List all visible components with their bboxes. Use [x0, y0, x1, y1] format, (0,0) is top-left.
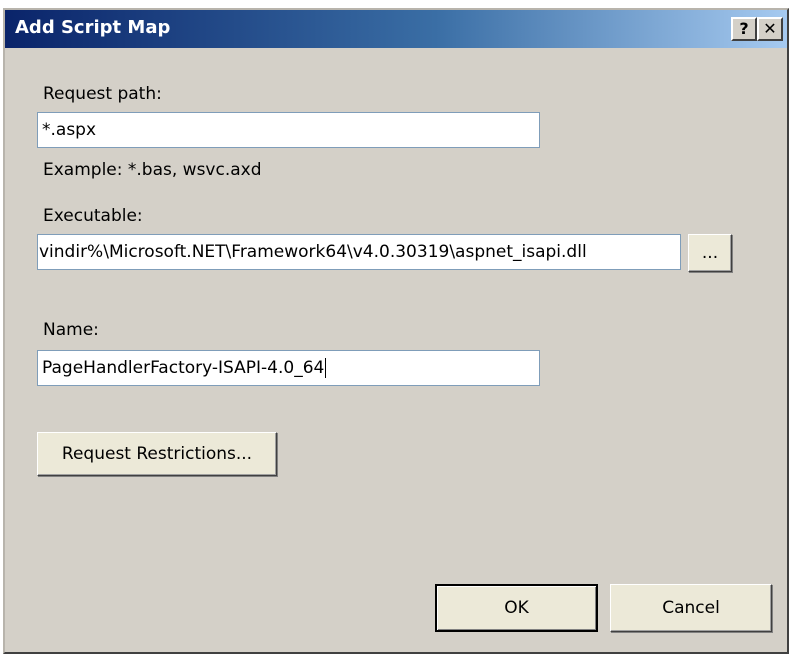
browse-button[interactable]: ... — [688, 234, 732, 272]
ok-button[interactable]: OK — [435, 584, 598, 632]
name-value: PageHandlerFactory-ISAPI-4.0_64 — [42, 358, 325, 378]
request-restrictions-label: Request Restrictions... — [61, 444, 253, 464]
close-icon: ✕ — [763, 19, 777, 38]
help-icon: ? — [739, 19, 749, 38]
executable-label: Executable: — [43, 206, 143, 226]
request-path-value: *.aspx — [42, 120, 97, 140]
help-button[interactable]: ? — [731, 17, 757, 41]
request-path-label: Request path: — [43, 84, 162, 104]
ok-label: OK — [504, 598, 529, 618]
close-button[interactable]: ✕ — [757, 17, 783, 41]
title-bar[interactable]: Add Script Map ? ✕ — [5, 10, 787, 48]
window-title: Add Script Map — [15, 17, 171, 38]
cancel-label: Cancel — [662, 598, 720, 618]
request-path-input[interactable]: *.aspx — [37, 112, 540, 148]
name-input[interactable]: PageHandlerFactory-ISAPI-4.0_64 — [37, 350, 540, 386]
name-label: Name: — [43, 320, 99, 340]
request-path-example: Example: *.bas, wsvc.axd — [43, 160, 262, 180]
executable-input[interactable]: vindir%\Microsoft.NET\Framework64\v4.0.3… — [37, 234, 681, 270]
add-script-map-dialog: Add Script Map ? ✕ Request path: *.aspx … — [3, 8, 789, 654]
text-caret — [325, 358, 327, 378]
ellipsis-icon: ... — [701, 243, 719, 263]
request-restrictions-button[interactable]: Request Restrictions... — [37, 432, 277, 476]
cancel-button[interactable]: Cancel — [610, 584, 772, 632]
executable-value: vindir%\Microsoft.NET\Framework64\v4.0.3… — [39, 242, 587, 262]
